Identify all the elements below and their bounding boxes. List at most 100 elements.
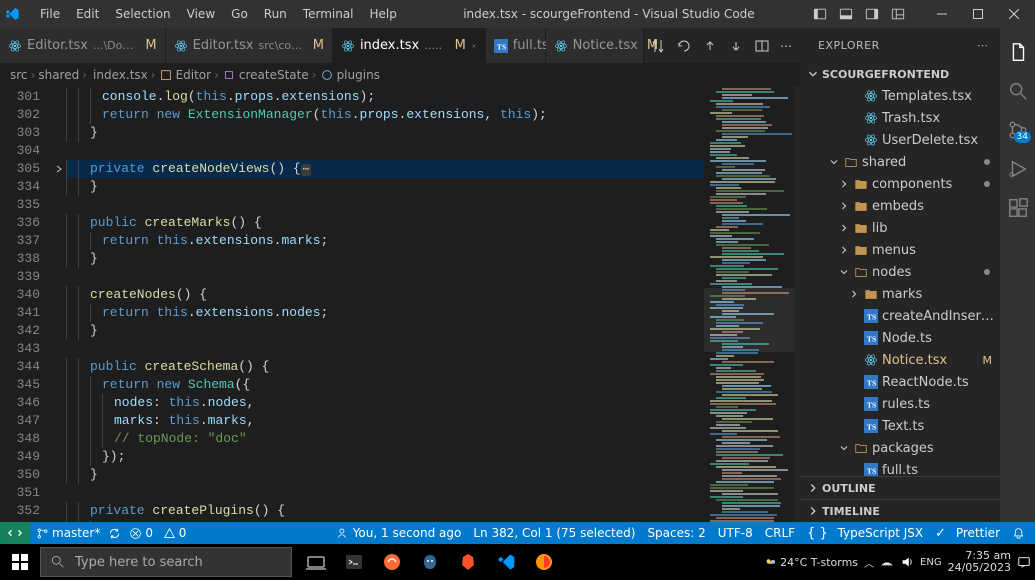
section-timeline[interactable]: TIMELINE [800,499,1000,522]
tree-item-marks[interactable]: marks [800,283,1000,305]
remote-button[interactable] [0,522,30,544]
task-view-icon[interactable] [298,544,334,580]
tree-item-Trash.tsx[interactable]: Trash.tsx [800,107,1000,129]
next-change-icon[interactable] [728,38,744,54]
tray-language[interactable]: ENG [920,557,942,568]
section-outline[interactable]: OUTLINE [800,476,1000,499]
brave-app-icon[interactable] [450,544,486,580]
terminal-app-icon[interactable] [336,544,372,580]
debug-icon[interactable] [1000,151,1035,186]
cursor-position[interactable]: Ln 382, Col 1 (75 selected) [473,526,635,540]
taskbar-search[interactable]: Type here to search [40,547,292,577]
tree-item-packages[interactable]: packages [800,437,1000,459]
tray-clock[interactable]: 7:35 am 24/05/2023 [948,550,1011,574]
more-icon[interactable]: ⋯ [977,39,990,52]
language-mode[interactable]: { } TypeScript JSX [807,526,923,541]
tree-item-lib[interactable]: lib [800,217,1000,239]
breadcrumbs[interactable]: src›shared›index.tsx›Editor›createState›… [0,64,800,86]
pgadmin-app-icon[interactable] [412,544,448,580]
tray-chevron-icon[interactable]: ︿ [864,555,874,570]
tree-item-ReactNode.ts[interactable]: TSReactNode.ts [800,371,1000,393]
tree-item-Notice.tsx[interactable]: Notice.tsxM [800,349,1000,371]
breadcrumb-item[interactable]: plugins [320,68,380,82]
problems[interactable]: 0 0 [129,526,186,540]
tree-item-components[interactable]: components [800,173,1000,195]
menu-file[interactable]: File [32,3,68,25]
tree-item-rules.ts[interactable]: TSrules.ts [800,393,1000,415]
tray-notifications-icon[interactable] [1017,555,1031,569]
tree-item-nodes[interactable]: nodes [800,261,1000,283]
breadcrumb-item[interactable]: Editor [159,68,212,82]
fold-icon[interactable] [54,164,64,174]
tab-Editor-tsx[interactable]: Editor.tsx...\Document\...M [0,28,166,63]
tab-Editor-tsx[interactable]: Editor.tsxsrc\componentsM [166,28,333,63]
tab-index-tsx[interactable]: index.tsx...\sharedM [333,28,486,63]
layout-panel-icon[interactable] [839,7,865,21]
layout-customize-icon[interactable] [891,7,917,21]
weather-widget[interactable]: 24°C T-storms [764,556,858,569]
notifications-icon[interactable] [1012,527,1025,540]
compare-icon[interactable] [650,38,666,54]
menu-view[interactable]: View [179,3,223,25]
more-icon[interactable]: ⋯ [780,39,794,53]
tab-Notice-tsx[interactable]: Notice.tsxM [546,28,644,63]
menu-go[interactable]: Go [223,3,256,25]
tree-item-createAndInsertLink.ts[interactable]: TScreateAndInsertLink.ts [800,305,1000,327]
encoding[interactable]: UTF-8 [718,526,753,540]
tree-item-Templates.tsx[interactable]: Templates.tsx [800,85,1000,107]
vscode-app-icon[interactable] [488,544,524,580]
menu-terminal[interactable]: Terminal [295,3,362,25]
layout-sidebar-left-icon[interactable] [813,7,839,21]
breadcrumb-item[interactable]: src [10,68,28,82]
breadcrumb-item[interactable]: index.tsx [90,68,148,82]
close-button[interactable] [997,0,1031,28]
sync-button[interactable] [108,527,121,540]
tray-network-icon[interactable] [880,555,894,569]
explorer-icon[interactable] [1000,34,1035,69]
project-header[interactable]: SCOURGEFRONTEND [800,63,1000,85]
menu-help[interactable]: Help [362,3,405,25]
vscode-icon [4,6,32,22]
code-editor[interactable]: 3013023033043053343353363373383393403413… [0,86,800,522]
prettier-status[interactable]: ✓ Prettier [935,526,1000,541]
breadcrumb-item[interactable]: createState [222,68,309,82]
breadcrumb-item[interactable]: shared [38,68,79,82]
search-icon[interactable] [1000,73,1035,108]
tree-item-full.ts[interactable]: TSfull.ts [800,459,1000,476]
start-button[interactable] [0,544,40,580]
extensions-icon[interactable] [1000,190,1035,225]
minimap[interactable] [704,86,800,522]
git-blame[interactable]: You, 1 second ago [337,526,462,540]
source-control-icon[interactable]: 34 [1000,112,1035,147]
tree-item-shared[interactable]: shared [800,151,1000,173]
maximize-button[interactable] [961,0,995,28]
tree-item-Text.ts[interactable]: TSText.ts [800,415,1000,437]
tree-item-UserDelete.tsx[interactable]: UserDelete.tsx [800,129,1000,151]
split-editor-icon[interactable] [754,38,770,54]
firefox-app-icon[interactable] [526,544,562,580]
eol[interactable]: CRLF [765,526,795,540]
titlebar: FileEditSelectionViewGoRunTerminalHelp i… [0,0,1035,28]
menu-run[interactable]: Run [256,3,295,25]
tree-item-embeds[interactable]: embeds [800,195,1000,217]
minimize-button[interactable] [925,0,959,28]
tab-full-ts[interactable]: TSfull.ts [486,28,546,63]
window-title: index.tsx - scourgeFrontend - Visual Stu… [405,7,813,21]
tree-item-menus[interactable]: menus [800,239,1000,261]
prev-change-icon[interactable] [702,38,718,54]
git-branch[interactable]: master* [36,526,100,540]
revert-icon[interactable] [676,38,692,54]
close-icon[interactable] [471,39,477,53]
tree-item-Node.ts[interactable]: TSNode.ts [800,327,1000,349]
menu-edit[interactable]: Edit [68,3,107,25]
svg-text:TS: TS [867,313,876,322]
menu-selection[interactable]: Selection [107,3,178,25]
tray-volume-icon[interactable] [900,555,914,569]
layout-sidebar-right-icon[interactable] [865,7,891,21]
svg-text:TS: TS [867,401,876,410]
minimap-viewport[interactable] [704,288,794,352]
svg-text:TS: TS [867,379,876,388]
postman-app-icon[interactable] [374,544,410,580]
indentation[interactable]: Spaces: 2 [647,526,705,540]
svg-text:TS: TS [867,467,876,476]
